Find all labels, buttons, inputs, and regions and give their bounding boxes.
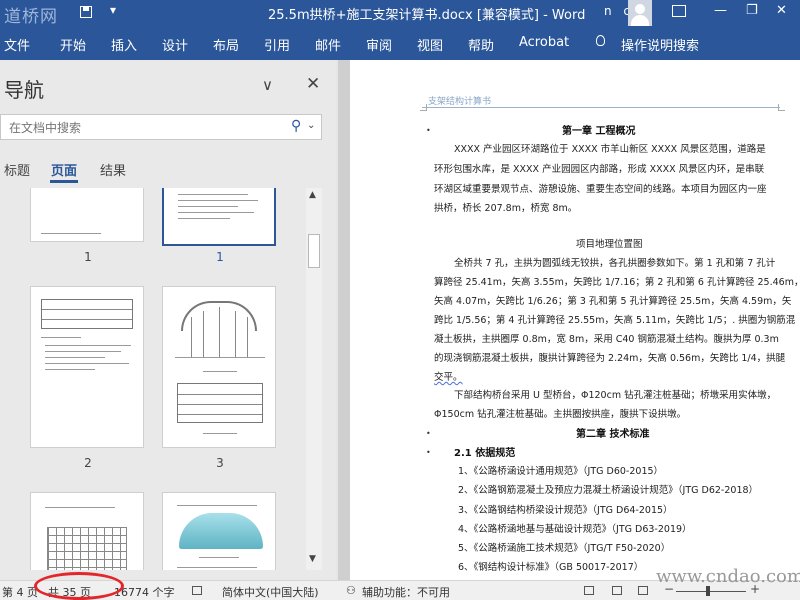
site-logo: 道桥网 — [4, 7, 58, 27]
close-button[interactable]: ✕ — [776, 3, 787, 18]
tab-file[interactable]: 文件 — [4, 35, 30, 54]
title-bar: 道桥网 ▾ 25.5m拱桥+施工支架计算书.docx [兼容模式] - Word… — [0, 0, 800, 27]
subtab-headings[interactable]: 标题 — [4, 160, 30, 179]
read-mode-icon[interactable] — [584, 586, 594, 595]
ribbon-tabs: 文件 开始 插入 设计 布局 引用 邮件 审阅 视图 帮助 Acrobat 操作… — [0, 26, 800, 60]
body-line: 拱桥，桥长 207.8m，桥宽 8m。 — [434, 203, 578, 214]
body-line: 下部结构桥台采用 U 型桥台，Φ120cm 钻孔灌注桩基础；桥墩采用实体墩， — [454, 390, 777, 401]
page-thumbnail[interactable] — [30, 188, 144, 242]
body-line: 环形包围水库，是 XXXX 产业园园区内部路，形成 XXXX 风景区内环，是串联 — [434, 164, 765, 175]
scrollbar-thumb[interactable] — [308, 234, 320, 268]
body-line: 全桥共 7 孔，主拱为圆弧线无铰拱，各孔拱圈参数如下。第 1 孔和第 7 孔计 — [454, 258, 776, 269]
page-number: 3 — [216, 456, 224, 470]
tell-me-search[interactable]: 操作说明搜索 — [621, 35, 699, 54]
body-line: 环湖区域重要景观节点、游憩设施、重要生态空间的线路。本项目为园区内一座 — [434, 184, 767, 195]
section-heading: 2.1 依据规范 — [454, 448, 516, 459]
page-thumbnail-selected[interactable] — [162, 188, 276, 246]
scroll-up-icon[interactable]: ▲ — [309, 190, 316, 200]
navigation-pane: 导航 ∨ ✕ ⚲ ⌄ 标题 页面 结果 1 1 — [0, 60, 336, 580]
search-input[interactable] — [7, 118, 281, 138]
body-line: 的现浇钢筋混凝土板拱，腹拱计算跨径为 2.24m，矢高 0.56m，矢跨比 1/… — [434, 353, 786, 364]
figure-caption: 项目地理位置图 — [576, 239, 643, 250]
body-line: 跨比 1/5.56；第 4 孔计算跨径 25.55m，矢高 5.11m，矢跨比 … — [434, 315, 796, 326]
chevron-down-icon[interactable]: ⌄ — [307, 120, 315, 131]
page-indicator[interactable]: 第 4 页 — [2, 584, 38, 600]
tab-layout[interactable]: 布局 — [213, 35, 239, 54]
accessibility-status[interactable]: 辅助功能：不可用 — [362, 584, 450, 600]
lightbulb-icon — [596, 35, 605, 46]
subtab-pages[interactable]: 页面 — [51, 160, 77, 179]
tab-references[interactable]: 引用 — [264, 35, 290, 54]
page-thumbnail[interactable] — [162, 492, 276, 570]
body-line: 交平。 — [434, 372, 463, 383]
restore-button[interactable]: ❐ — [746, 3, 758, 18]
page-thumbnail[interactable] — [162, 286, 276, 448]
proofing-icon[interactable] — [192, 586, 202, 595]
chevron-down-icon[interactable]: ∨ — [262, 76, 273, 94]
page-header: 支架结构计算书 — [428, 97, 492, 107]
ribbon-display-options-icon[interactable] — [672, 5, 686, 17]
search-icon[interactable]: ⚲ — [291, 118, 301, 134]
document-area: 支架结构计算书 • 第一章 工程概况 XXXX 产业园区环湖路位于 XXXX 市… — [338, 60, 800, 580]
watermark: www.cndao.com — [656, 566, 800, 587]
document-page[interactable]: 支架结构计算书 • 第一章 工程概况 XXXX 产业园区环湖路位于 XXXX 市… — [350, 60, 800, 580]
tab-review[interactable]: 审阅 — [366, 35, 392, 54]
scroll-down-icon[interactable]: ▼ — [309, 554, 316, 564]
zoom-slider-handle[interactable] — [706, 586, 710, 596]
save-icon[interactable] — [80, 6, 92, 18]
list-item: 6、《钢结构设计标准》（GB 50017-2017） — [458, 562, 644, 573]
tab-view[interactable]: 视图 — [417, 35, 443, 54]
page-number: 1 — [84, 250, 92, 264]
search-box[interactable]: ⚲ ⌄ — [0, 114, 322, 140]
language-indicator[interactable]: 简体中文(中国大陆) — [222, 584, 319, 600]
web-layout-icon[interactable] — [638, 586, 648, 595]
thumbnail-scrollbar[interactable]: ▲ ▼ — [306, 188, 322, 570]
print-layout-icon[interactable] — [612, 586, 622, 595]
chapter-heading: 第二章 技术标准 — [576, 429, 650, 440]
list-item: 4、《公路桥涵地基与基础设计规范》（JTG D63-2019） — [458, 524, 692, 535]
list-item: 2、《公路钢筋混凝土及预应力混凝土桥涵设计规范》（JTG D62-2018） — [458, 485, 759, 496]
tab-insert[interactable]: 插入 — [111, 35, 137, 54]
body-line: 凝土板拱，主拱圈厚 0.8m，宽 8m，采用 C40 钢筋混凝土结构。腹拱为厚 … — [434, 334, 779, 345]
page-thumbnail[interactable] — [30, 492, 144, 570]
page-thumbnails: 1 1 2 3 — [0, 188, 306, 570]
page-number-selected: 1 — [216, 250, 224, 264]
list-item: 1、《公路桥涵设计通用规范》（JTG D60-2015） — [458, 466, 664, 477]
active-tab-indicator — [50, 180, 78, 183]
zoom-slider[interactable] — [676, 591, 746, 592]
page-number: 2 — [84, 456, 92, 470]
minimize-button[interactable]: — — [714, 3, 727, 18]
tab-design[interactable]: 设计 — [162, 35, 188, 54]
accessibility-icon[interactable]: ⚇ — [346, 584, 356, 597]
tab-mailings[interactable]: 邮件 — [315, 35, 341, 54]
annotation-circle — [34, 572, 124, 600]
list-item: 3、《公路钢结构桥梁设计规范》（JTG D64-2015） — [458, 505, 673, 516]
tab-home[interactable]: 开始 — [60, 35, 86, 54]
tab-help[interactable]: 帮助 — [468, 35, 494, 54]
body-line: Φ150cm 钻孔灌注桩基础。主拱圈按拱座，腹拱下设拱墩。 — [434, 409, 687, 420]
body-line: 矢高 4.07m，矢跨比 1/6.26；第 3 孔和第 5 孔计算跨径 25.5… — [434, 296, 792, 307]
list-item: 5、《公路桥涵施工技术规范》（JTG/T F50-2020） — [458, 543, 671, 554]
body-line: XXXX 产业园区环湖路位于 XXXX 市羊山新区 XXXX 风景区范围，道路是 — [454, 144, 766, 155]
customize-quick-access-icon[interactable]: ▾ — [110, 3, 116, 17]
navigation-title: 导航 — [4, 78, 44, 102]
avatar[interactable] — [628, 0, 652, 26]
close-icon[interactable]: ✕ — [306, 74, 320, 94]
chapter-heading: 第一章 工程概况 — [562, 126, 636, 137]
window-title: 25.5m拱桥+施工支架计算书.docx [兼容模式] - Word — [268, 8, 586, 23]
tab-acrobat[interactable]: Acrobat — [519, 35, 569, 50]
body-line: 算跨径 25.41m，矢高 3.55m，矢跨比 1/7.16；第 2 孔和第 6… — [434, 277, 800, 288]
page-thumbnail[interactable] — [30, 286, 144, 448]
subtab-results[interactable]: 结果 — [100, 160, 126, 179]
